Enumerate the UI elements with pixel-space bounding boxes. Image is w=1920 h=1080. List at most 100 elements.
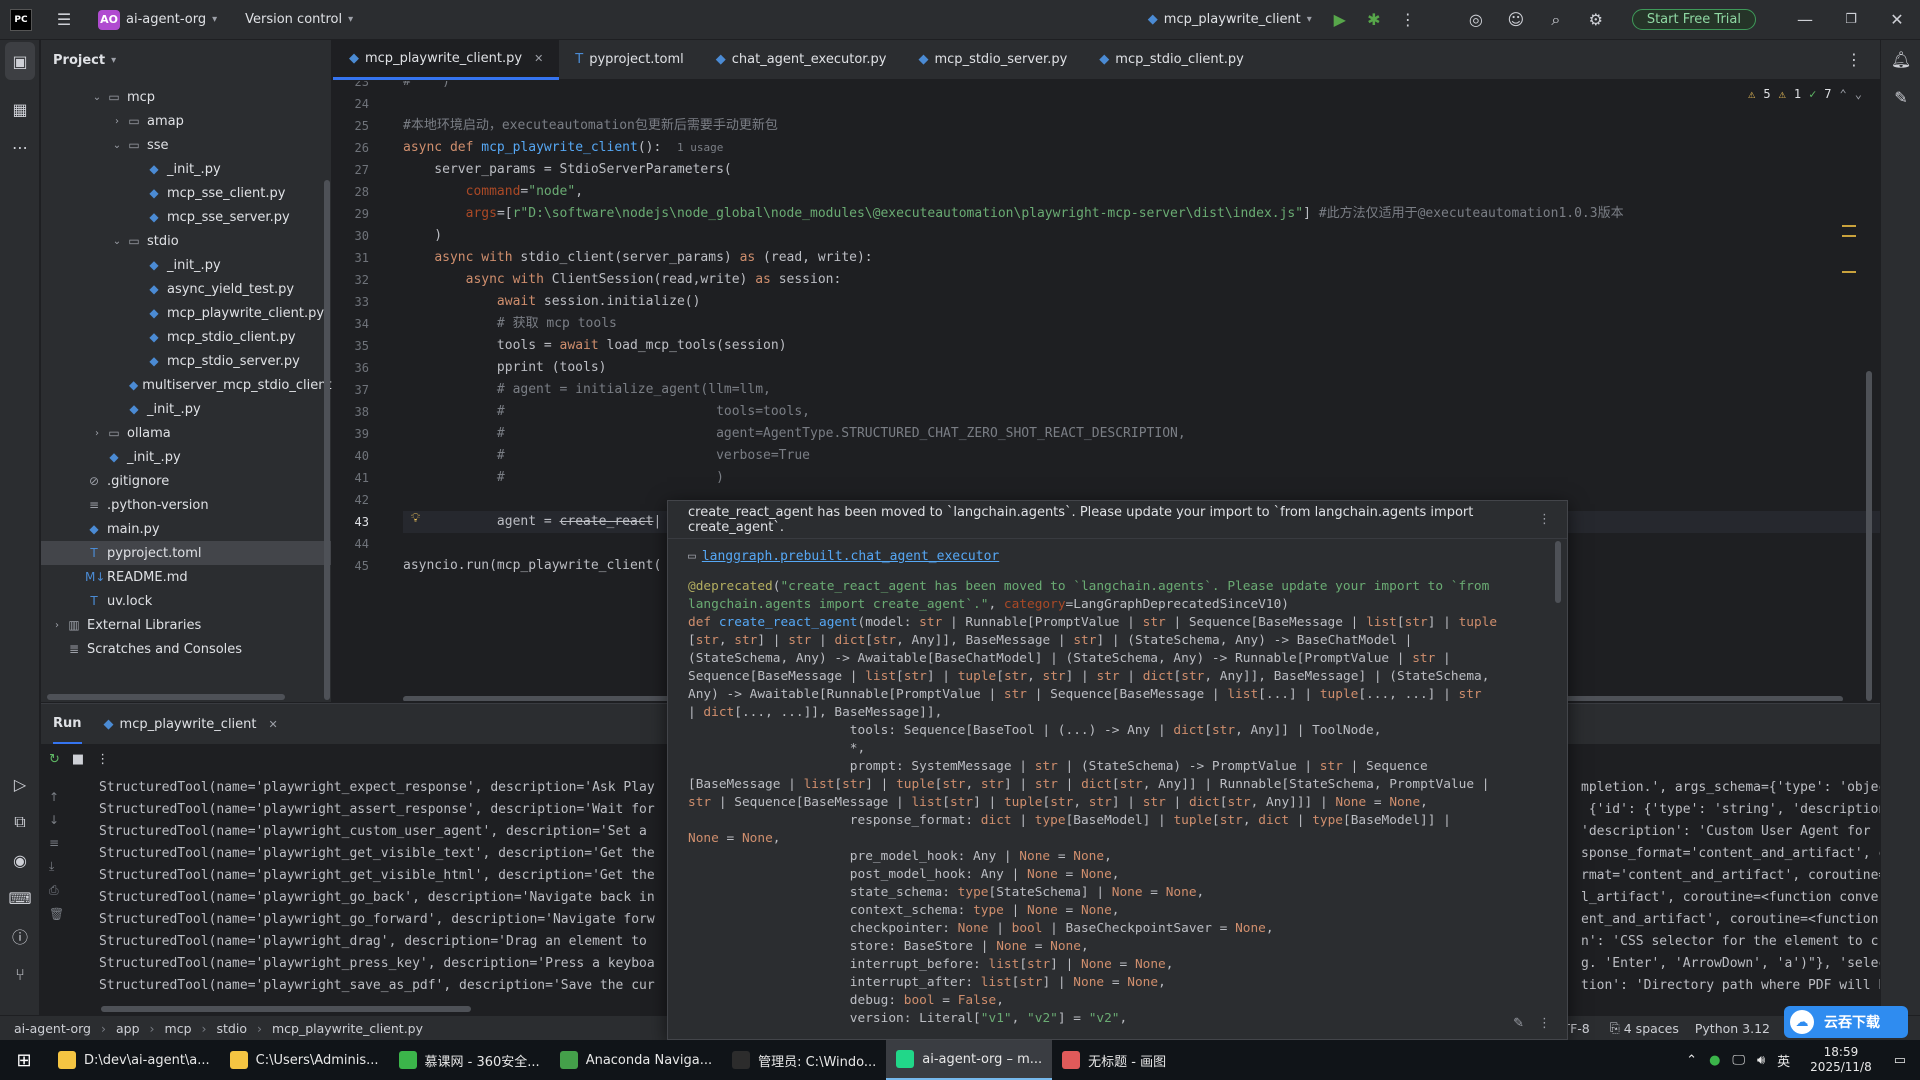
more-icon[interactable]: ⋮ [1840, 46, 1868, 74]
notification-center-icon[interactable]: ▭ [1894, 1053, 1906, 1068]
debug-icon[interactable]: ✱ [1360, 6, 1388, 34]
code-line[interactable]: args=[r"D:\software\nodejs\node_global\n… [403, 203, 1880, 225]
console-h-scrollbar[interactable] [101, 1006, 471, 1012]
doc-module-link[interactable]: ▭ langgraph.prebuilt.chat_agent_executor [668, 539, 1567, 570]
windows-start-icon[interactable]: ⊞ [0, 1040, 48, 1080]
close-icon[interactable]: ✕ [1874, 6, 1920, 34]
hamburger-icon[interactable]: ☰ [50, 6, 78, 34]
chevron-down-icon[interactable]: ⌄ [1855, 87, 1862, 101]
tree-item[interactable]: ◆ mcp_sse_client.py [41, 181, 331, 205]
restore-icon[interactable]: ❐ [1828, 6, 1874, 34]
code-line[interactable]: pprint (tools) [403, 357, 1880, 379]
tree-item[interactable]: M↓ README.md [41, 565, 331, 589]
breadcrumb-item[interactable]: app [116, 1021, 140, 1036]
tree-item[interactable]: ◆ mcp_stdio_client.py [41, 325, 331, 349]
tree-item[interactable]: ◆ mcp_stdio_server.py [41, 349, 331, 373]
ime-indicator[interactable]: 英 [1777, 1051, 1790, 1070]
tree-item[interactable]: Tpyproject.toml [41, 541, 331, 565]
editor-tab[interactable]: ◆ chat_agent_executor.py [700, 40, 903, 80]
error-stripe-mark[interactable] [1842, 271, 1856, 273]
run-config-tab[interactable]: ◆ mcp_playwrite_client ✕ [104, 717, 278, 732]
lightbulb-icon[interactable]: 💡︎ [411, 511, 420, 526]
tree-item[interactable]: › ▥ External Libraries [41, 613, 331, 637]
chevron-down-icon[interactable]: ⌄ [89, 92, 105, 103]
chevron-right-icon[interactable]: › [89, 428, 105, 439]
chevron-right-icon[interactable]: › [109, 116, 125, 127]
soft-wrap-icon[interactable]: ≡ [49, 836, 64, 850]
editor-tab[interactable]: ◆ mcp_playwrite_client.py ✕ [333, 39, 560, 80]
indent-indicator[interactable]: 4 spaces [1624, 1021, 1679, 1036]
vertical-scrollbar[interactable] [324, 180, 330, 700]
clock[interactable]: 18:59 2025/11/8 [1810, 1045, 1872, 1075]
taskbar-app[interactable]: C:\Users\Adminis... [220, 1040, 389, 1080]
code-line[interactable]: # ) [403, 81, 1880, 93]
console-output[interactable]: StructuredTool(name='playwright_expect_r… [99, 777, 719, 1015]
more-tools-icon[interactable]: ⋯ [0, 128, 40, 166]
code-line[interactable]: # 获取 mcp tools [403, 313, 1880, 335]
network-icon[interactable]: 🖵︎ [1732, 1053, 1745, 1068]
cloud-download-badge[interactable]: ☁ 云吞下载 [1784, 1006, 1908, 1038]
taskbar-app[interactable]: 无标题 - 画图 [1052, 1040, 1176, 1080]
code-line[interactable]: async with stdio_client(server_params) a… [403, 247, 1880, 269]
interpreter-indicator[interactable]: Python 3.12 [1695, 1021, 1770, 1036]
more-icon[interactable]: ⋮ [96, 752, 109, 767]
error-stripe-mark[interactable] [1842, 235, 1856, 237]
code-line[interactable]: async with ClientSession(read,write) as … [403, 269, 1880, 291]
code-line[interactable]: command="node", [403, 181, 1880, 203]
structure-tool-icon[interactable]: ▦ [0, 90, 40, 128]
error-stripe-mark[interactable] [1842, 225, 1856, 227]
stop-icon[interactable]: ■ [72, 752, 84, 767]
code-line[interactable]: # verbose=True [403, 445, 1880, 467]
more-icon[interactable]: ⋮ [1394, 6, 1422, 34]
tree-item[interactable]: ⌄ ▭ stdio [41, 229, 331, 253]
breadcrumb-item[interactable]: stdio [217, 1021, 247, 1036]
breadcrumb-item[interactable]: mcp [165, 1021, 192, 1036]
tree-item[interactable]: ◆ main.py [41, 517, 331, 541]
tree-item[interactable]: ◆ _init_.py [41, 253, 331, 277]
code-line[interactable] [403, 93, 1880, 115]
inspection-widget[interactable]: ⚠ 5 ⚠ 1 ✓ 7 ⌃ ⌄ [1748, 87, 1862, 101]
code-line[interactable]: ) [403, 225, 1880, 247]
settings-icon[interactable]: ⚙ [1582, 6, 1610, 34]
wechat-tray-icon[interactable]: ● [1709, 1053, 1720, 1068]
services-icon[interactable]: ◉ [0, 841, 40, 879]
breadcrumb-item[interactable]: ai-agent-org [14, 1021, 91, 1036]
git-icon[interactable]: ⑂ [0, 955, 40, 993]
code-line[interactable]: async def mcp_playwrite_client(): 1 usag… [403, 137, 1880, 159]
terminal-icon[interactable]: ⌨ [0, 879, 40, 917]
edit-icon[interactable]: ✎ [1513, 1016, 1524, 1031]
code-line[interactable]: tools = await load_mcp_tools(session) [403, 335, 1880, 357]
tree-item[interactable]: ◆ mcp_sse_server.py [41, 205, 331, 229]
tree-item[interactable]: ◆ mcp_playwrite_client.py [41, 301, 331, 325]
up-arrow-icon[interactable]: ↑ [49, 790, 64, 804]
add-user-icon[interactable]: ☺ [1502, 6, 1530, 34]
breadcrumb-item[interactable]: mcp_playwrite_client.py [272, 1021, 423, 1036]
horizontal-scrollbar[interactable] [47, 694, 285, 700]
tree-item[interactable]: ≣ Scratches and Consoles [41, 637, 331, 661]
tree-item[interactable]: ◆ multiserver_mcp_stdio_client. [41, 373, 336, 397]
console-output-right[interactable]: mpletion.', args_schema={'type': 'object… [1581, 777, 1880, 1015]
quick-documentation-popup[interactable]: create_react_agent has been moved to `la… [667, 500, 1568, 1040]
chevron-up-icon[interactable]: ⌃ [1686, 1053, 1697, 1068]
code-line[interactable]: await session.initialize() [403, 291, 1880, 313]
chevron-down-icon[interactable]: ⌄ [109, 140, 125, 151]
code-line[interactable]: # ) [403, 467, 1880, 489]
scroll-end-icon[interactable]: ⤓ [49, 859, 64, 874]
popup-scrollbar[interactable] [1555, 541, 1561, 603]
project-tool-icon[interactable]: ▣ [5, 42, 35, 80]
tree-item[interactable]: ⌄ ▭ sse [41, 133, 331, 157]
chevron-up-icon[interactable]: ⌃ [1840, 87, 1847, 101]
close-icon[interactable]: ✕ [269, 718, 278, 731]
tree-item[interactable]: › ▭ amap [41, 109, 331, 133]
code-line[interactable]: #本地环境启动，executeautomation包更新后需要手动更新包 [403, 115, 1880, 137]
run-icon[interactable]: ▶ [1326, 6, 1354, 34]
run-tool-icon[interactable]: ▷ [0, 765, 40, 803]
tree-item[interactable]: › ▭ ollama [41, 421, 331, 445]
project-panel-header[interactable]: Project ▾ [41, 40, 331, 80]
taskbar-app[interactable]: 管理员: C:\Windo... [722, 1040, 886, 1080]
editor-tab[interactable]: ◆ mcp_stdio_client.py [1083, 40, 1260, 80]
editor-scrollbar[interactable] [1866, 371, 1872, 701]
notifications-icon[interactable]: 🔔︎ [1881, 40, 1920, 78]
start-trial-button[interactable]: Start Free Trial [1631, 9, 1756, 30]
minimize-icon[interactable]: — [1782, 6, 1828, 34]
